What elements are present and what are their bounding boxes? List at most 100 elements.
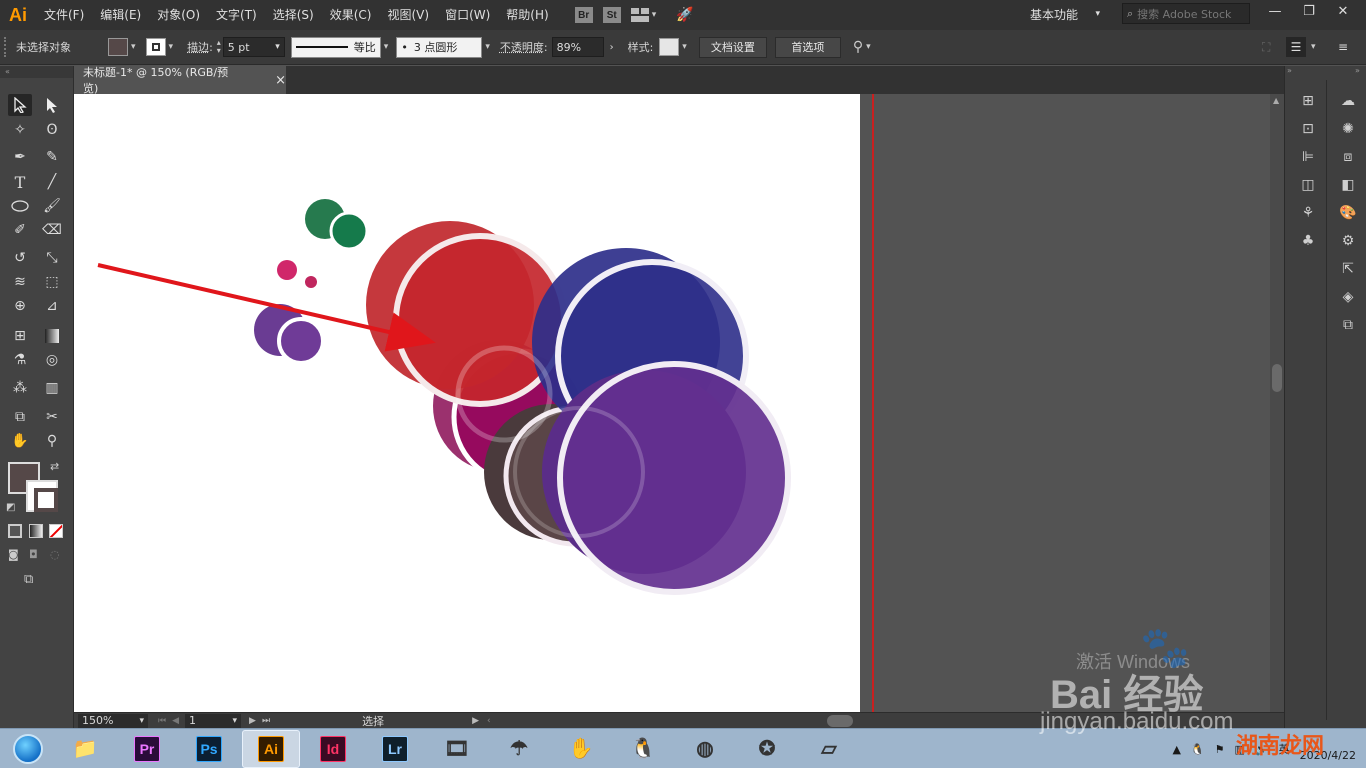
taskbar-app-notes[interactable]: ▱ [800, 730, 858, 768]
shape-builder-tool-icon[interactable]: ⊕ [8, 295, 32, 317]
zoom-select[interactable]: 150% ▾ [78, 713, 148, 728]
paintbrush-tool-icon[interactable]: 🖌 [40, 195, 64, 217]
artwork[interactable] [74, 94, 1284, 712]
arrange-documents-icon[interactable]: ▾ [630, 8, 656, 22]
stroke-control[interactable]: ▾ [145, 38, 173, 56]
color-guide-icon[interactable]: ✺ [1337, 118, 1359, 140]
arrange-icon[interactable]: ⚲ [853, 39, 863, 55]
next-artboard-icon[interactable]: ▶ [249, 716, 256, 726]
status-menu-icon[interactable]: ▶ [472, 716, 479, 726]
horizontal-scroll-thumb[interactable] [826, 714, 853, 727]
ellipse-tool-icon[interactable] [8, 195, 32, 217]
menu-view[interactable]: 视图(V) [379, 0, 437, 30]
minimize-button[interactable]: — [1258, 0, 1292, 22]
purple-circle-small-front[interactable] [277, 317, 325, 365]
menu-select[interactable]: 选择(S) [265, 0, 322, 30]
artboard-tool-icon[interactable]: ⧉ [8, 406, 32, 428]
purple-circle-large-front[interactable] [557, 361, 791, 595]
width-tool-icon[interactable]: ≋ [8, 271, 32, 293]
line-tool-icon[interactable]: ╱ [40, 171, 64, 193]
stroke-weight-stepper-icon[interactable]: ▴ ▾ [217, 39, 221, 55]
puppet-panel-icon[interactable]: ⚘ [1297, 202, 1319, 224]
curvature-tool-icon[interactable]: ✎ [40, 146, 64, 168]
dock-collapse-icon[interactable]: » [1287, 66, 1292, 75]
collapse-toolbox-icon[interactable]: « [0, 66, 73, 78]
scroll-up-icon[interactable]: ▲ [1273, 96, 1279, 105]
pen-tool-icon[interactable]: ✒ [8, 146, 32, 168]
taskbar-app-video[interactable]: 🎞 [428, 730, 486, 768]
canvas-area[interactable] [74, 94, 1284, 712]
pink-dot-small[interactable] [305, 276, 317, 288]
panel-menu-icon[interactable]: ☰ [1286, 37, 1306, 57]
taskbar-app-qq[interactable]: 🐧 [614, 730, 672, 768]
menu-effect[interactable]: 效果(C) [322, 0, 380, 30]
chevron-down-icon[interactable]: ▾ [1311, 42, 1316, 52]
creative-cloud-libraries-icon[interactable]: ☁ [1337, 90, 1359, 112]
align-grid-panel-icon[interactable]: ⊡ [1297, 118, 1319, 140]
perspective-grid-tool-icon[interactable]: ⊿ [40, 295, 64, 317]
bridge-icon[interactable]: Br [574, 7, 593, 23]
type-tool-icon[interactable]: T [8, 171, 32, 193]
menu-edit[interactable]: 编辑(E) [92, 0, 149, 30]
taskbar-app-indesign[interactable]: Id [304, 730, 362, 768]
hand-tool-icon[interactable]: ✋ [8, 430, 32, 452]
dock-collapse-icon[interactable]: » [1355, 66, 1360, 75]
artboard-number-select[interactable]: 1 ▾ [185, 713, 242, 728]
hscroll-left-icon[interactable]: ‹ [487, 716, 491, 726]
menu-type[interactable]: 文字(T) [208, 0, 265, 30]
fill-control[interactable]: ▾ [108, 38, 136, 56]
document-tab[interactable]: 未标题-1* @ 150% (RGB/预览) × [74, 66, 286, 95]
slice-tool-icon[interactable]: ✂ [40, 406, 64, 428]
chevron-down-icon[interactable]: ▾ [485, 42, 490, 52]
align-panel-icon[interactable]: ⊫ [1297, 146, 1319, 168]
symbols-panel-icon[interactable]: ♣ [1297, 230, 1319, 252]
menu-window[interactable]: 窗口(W) [437, 0, 498, 30]
default-colors-icon[interactable]: ◩ [6, 502, 15, 513]
isolate-icon[interactable]: ⛶ [1262, 40, 1270, 55]
brush-select[interactable]: • 3 点圆形 [396, 36, 483, 58]
restore-button[interactable]: ❐ [1292, 0, 1326, 22]
preferences-button[interactable]: 首选项 [774, 36, 841, 58]
direct-selection-tool-icon[interactable] [40, 94, 64, 116]
vertical-scrollbar[interactable]: ▲ [1270, 94, 1284, 712]
close-window-button[interactable]: ✕ [1326, 0, 1360, 22]
mesh-tool-icon[interactable]: ⊞ [8, 325, 32, 347]
artboards-panel-icon[interactable]: ⧉ [1337, 314, 1359, 336]
swap-fill-stroke-icon[interactable]: ⇄ [50, 460, 59, 473]
flag-tray-icon[interactable]: ⚑ [1215, 743, 1225, 756]
pink-dot-large[interactable] [277, 260, 297, 280]
draw-inside-icon[interactable]: ◌ [50, 548, 60, 561]
chevron-down-icon[interactable]: ▾ [682, 42, 687, 52]
stroke-color-icon[interactable] [26, 480, 58, 512]
chevron-down-icon[interactable]: ▾ [384, 42, 389, 52]
column-graph-tool-icon[interactable]: ▥ [40, 377, 64, 399]
menu-object[interactable]: 对象(O) [149, 0, 208, 30]
blend-tool-icon[interactable]: ◎ [40, 349, 64, 371]
transform-panel-icon[interactable]: ⊞ [1297, 90, 1319, 112]
graphic-style-swatch-icon[interactable] [659, 38, 680, 56]
taskbar-app-lightroom[interactable]: Lr [366, 730, 424, 768]
export-panel-icon[interactable]: ⇱ [1337, 258, 1359, 280]
document-setup-button[interactable]: 文档设置 [698, 36, 767, 58]
rotate-tool-icon[interactable]: ↺ [8, 247, 32, 269]
control-menu-icon[interactable]: ≡ [1338, 40, 1348, 54]
brushes-panel-icon[interactable]: ⚙ [1337, 230, 1359, 252]
stroke-label[interactable]: 描边 [187, 39, 209, 55]
green-circle-front[interactable] [329, 211, 369, 251]
scale-tool-icon[interactable]: ⤡ [40, 247, 64, 269]
asset-export-icon[interactable]: ⧈ [1337, 146, 1359, 168]
eyedropper-tool-icon[interactable]: ⚗ [8, 349, 32, 371]
swatches-panel-icon[interactable]: 🎨 [1337, 202, 1359, 224]
gpu-rocket-icon[interactable]: 🚀 [676, 7, 693, 23]
gradient-mode-icon[interactable] [29, 524, 43, 538]
chevron-down-icon[interactable]: ▾ [866, 42, 871, 52]
prev-artboard-icon[interactable]: ◀ [172, 716, 179, 726]
opacity-label[interactable]: 不透明度 [500, 39, 544, 55]
eraser-tool-icon[interactable]: ⌫ [40, 219, 64, 241]
lasso-tool-icon[interactable]: ʘ [40, 119, 64, 141]
stock-icon[interactable]: St [602, 7, 621, 23]
vertical-scroll-thumb[interactable] [1272, 364, 1282, 392]
chevron-right-icon[interactable]: › [610, 42, 614, 53]
zoom-tool-icon[interactable]: ⚲ [40, 430, 64, 452]
stock-search[interactable]: ⌕ 搜索 Adobe Stock [1122, 3, 1250, 24]
